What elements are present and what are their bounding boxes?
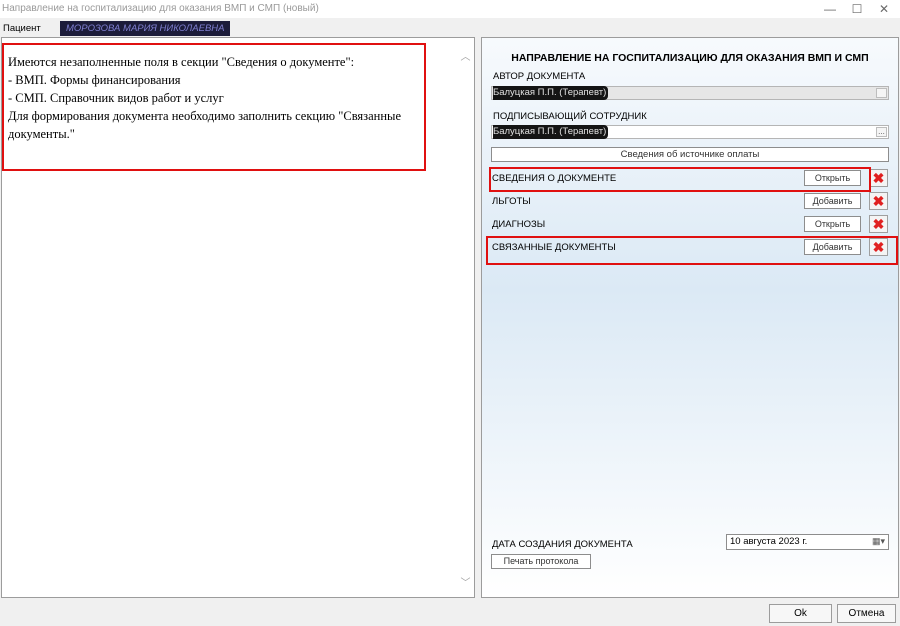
date-value: 10 августа 2023 г. xyxy=(730,536,808,547)
add-button[interactable]: Добавить xyxy=(804,239,861,255)
author-label: АВТОР ДОКУМЕНТА xyxy=(493,71,586,82)
minimize-icon[interactable]: — xyxy=(815,0,845,18)
section-benefits: ЛЬГОТЫ Добавить ✖ xyxy=(490,192,890,212)
message-line: - СМП. Справочник видов работ и услуг xyxy=(8,91,224,105)
document-form: НАПРАВЛЕНИЕ НА ГОСПИТАЛИЗАЦИЮ ДЛЯ ОКАЗАН… xyxy=(481,37,899,598)
window-title: Направление на госпитализацию для оказан… xyxy=(2,3,319,14)
section-document-info: СВЕДЕНИЯ О ДОКУМЕНТЕ Открыть ✖ xyxy=(490,169,890,189)
signer-lookup-button[interactable]: ... xyxy=(876,127,887,137)
section-label: ЛЬГОТЫ xyxy=(492,196,531,207)
payment-source-button[interactable]: Сведения об источнике оплаты xyxy=(491,147,889,162)
patient-label: Пациент xyxy=(3,23,41,34)
open-button[interactable]: Открыть xyxy=(804,216,861,232)
patient-name[interactable]: МОРОЗОВА МАРИЯ НИКОЛАЕВНА xyxy=(60,21,231,36)
cancel-button[interactable]: Отмена xyxy=(837,604,896,623)
delete-icon[interactable]: ✖ xyxy=(869,192,888,210)
maximize-icon[interactable]: ☐ xyxy=(842,0,872,18)
date-field[interactable]: 10 августа 2023 г. ▦▾ xyxy=(726,534,889,550)
print-protocol-button[interactable]: Печать протокола xyxy=(491,554,591,569)
patient-bar: Пациент МОРОЗОВА МАРИЯ НИКОЛАЕВНА xyxy=(0,20,900,37)
author-lookup-button xyxy=(876,88,887,98)
section-diagnoses: ДИАГНОЗЫ Открыть ✖ xyxy=(490,215,890,235)
calendar-icon[interactable]: ▦▾ xyxy=(872,536,885,547)
vertical-scrollbar[interactable]: ︿ ﹀ xyxy=(457,38,474,597)
section-label: СВЯЗАННЫЕ ДОКУМЕНТЫ xyxy=(492,242,616,253)
messages-panel: Имеются незаполненные поля в секции "Све… xyxy=(1,37,475,598)
scroll-up-icon[interactable]: ︿ xyxy=(460,52,471,63)
section-label: ДИАГНОЗЫ xyxy=(492,219,546,230)
title-bar: Направление на госпитализацию для оказан… xyxy=(0,0,900,18)
signer-value: Балуцкая П.П. (Терапевт) xyxy=(493,125,609,139)
scroll-down-icon[interactable]: ﹀ xyxy=(460,578,471,589)
delete-icon[interactable]: ✖ xyxy=(869,238,888,256)
form-title: НАПРАВЛЕНИЕ НА ГОСПИТАЛИЗАЦИЮ ДЛЯ ОКАЗАН… xyxy=(511,52,869,64)
section-label: СВЕДЕНИЯ О ДОКУМЕНТЕ xyxy=(492,173,617,184)
date-label: ДАТА СОЗДАНИЯ ДОКУМЕНТА xyxy=(492,539,633,550)
delete-icon[interactable]: ✖ xyxy=(869,215,888,233)
section-related-documents: СВЯЗАННЫЕ ДОКУМЕНТЫ Добавить ✖ xyxy=(490,238,890,258)
signer-label: ПОДПИСЫВАЮЩИЙ СОТРУДНИК xyxy=(493,111,647,122)
message-line: Для формирования документа необходимо за… xyxy=(8,109,401,141)
message-line: - ВМП. Формы финансирования xyxy=(8,73,181,87)
ok-button[interactable]: Ok xyxy=(769,604,832,623)
signer-field[interactable]: Балуцкая П.П. (Терапевт) ... xyxy=(491,125,889,139)
close-icon[interactable]: ✕ xyxy=(869,0,899,18)
message-line: Имеются незаполненные поля в секции "Све… xyxy=(8,55,355,69)
open-button[interactable]: Открыть xyxy=(804,170,861,186)
add-button[interactable]: Добавить xyxy=(804,193,861,209)
author-field: Балуцкая П.П. (Терапевт) xyxy=(491,86,889,100)
validation-messages: Имеются незаполненные поля в секции "Све… xyxy=(2,43,426,171)
author-value: Балуцкая П.П. (Терапевт) xyxy=(493,86,609,100)
delete-icon[interactable]: ✖ xyxy=(869,169,888,187)
